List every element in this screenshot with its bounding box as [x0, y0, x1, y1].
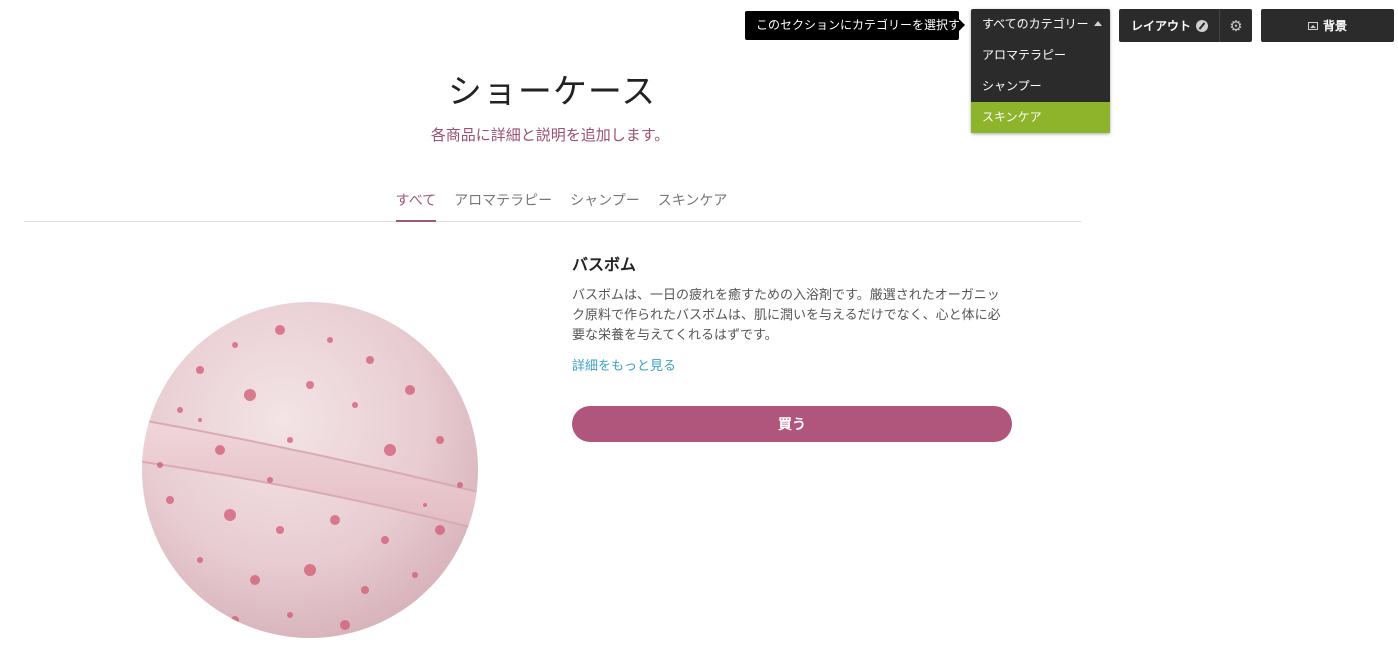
background-button-label: 背景	[1322, 19, 1347, 33]
product-name: バスボム	[572, 255, 637, 274]
layout-button[interactable]: レイアウト	[1119, 9, 1220, 42]
caret-up-icon	[1093, 21, 1102, 26]
product-image	[142, 302, 478, 638]
category-dropdown-toggle[interactable]: すべてのカテゴリー	[971, 9, 1110, 40]
tab-all[interactable]: すべて	[395, 190, 437, 222]
gear-icon[interactable]: ⚙	[1220, 9, 1252, 42]
page-title: ショーケース	[447, 72, 657, 112]
layout-button-label: レイアウト	[1131, 19, 1192, 33]
pencil-icon	[1196, 19, 1209, 32]
tab-shampoo[interactable]: シャンプー	[570, 190, 640, 222]
category-tooltip: このセクションにカテゴリーを選択する	[745, 11, 972, 40]
category-dropdown-label: すべてのカテゴリー	[982, 17, 1089, 31]
category-tabs: すべて アロマテラピー シャンプー スキンケア	[24, 190, 1081, 222]
image-icon	[1307, 21, 1318, 30]
tab-aromatherapy[interactable]: アロマテラピー	[454, 190, 552, 222]
background-button[interactable]: 背景	[1261, 9, 1394, 42]
more-details-link[interactable]: 詳細をもっと見る	[572, 355, 676, 374]
buy-button[interactable]: 買う	[572, 406, 1012, 442]
layout-button-group: レイアウト ⚙	[1119, 9, 1252, 42]
page-subtitle: 各商品に詳細と説明を追加します。	[430, 126, 670, 144]
tab-skincare[interactable]: スキンケア	[658, 190, 728, 222]
product-description: バスボムは、一日の疲れを癒すための入浴剤です。厳選されたオーガニック原料で作られ…	[572, 288, 1001, 343]
